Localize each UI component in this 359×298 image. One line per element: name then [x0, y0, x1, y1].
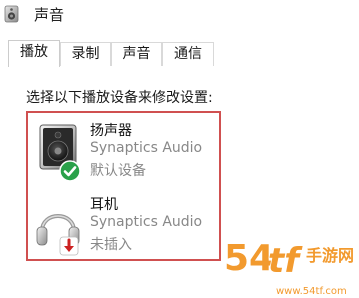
window-title: 声音 — [34, 6, 65, 24]
device-item-speakers[interactable]: 扬声器 Synaptics Audio 默认设备 — [28, 117, 219, 189]
playback-device-list[interactable]: 扬声器 Synaptics Audio 默认设备 耳机 Synaptics Au… — [26, 111, 221, 261]
title-bar: 声音 — [0, 0, 359, 30]
device-status: 默认设备 — [90, 163, 146, 179]
site-watermark: 54 tf 手游网 www.54tf.com — [222, 232, 359, 298]
tab-bar: 播放 录制 声音 通信 — [0, 40, 359, 68]
tab-playback[interactable]: 播放 — [8, 40, 60, 67]
tab-sounds[interactable]: 声音 — [111, 42, 162, 66]
tab-recording[interactable]: 录制 — [60, 42, 111, 66]
device-name: 扬声器 — [90, 123, 132, 139]
device-status: 未插入 — [90, 237, 132, 253]
device-name: 耳机 — [90, 197, 118, 213]
unplugged-arrow-icon — [59, 236, 79, 256]
device-driver: Synaptics Audio — [90, 140, 203, 156]
default-check-icon — [59, 160, 81, 182]
device-item-headphones[interactable]: 耳机 Synaptics Audio 未插入 — [28, 191, 219, 263]
watermark-logo-icon: 54 tf 手游网 www.54tf.com — [223, 237, 354, 297]
tab-communications[interactable]: 通信 — [162, 42, 214, 66]
svg-text:手游网: 手游网 — [306, 246, 354, 265]
svg-text:tf: tf — [268, 241, 303, 281]
playback-instructions: 选择以下播放设备来修改设置: — [26, 90, 213, 106]
speaker-icon — [4, 5, 19, 23]
svg-text:54: 54 — [224, 238, 274, 279]
device-driver: Synaptics Audio — [90, 214, 203, 230]
svg-text:www.54tf.com: www.54tf.com — [276, 286, 347, 297]
